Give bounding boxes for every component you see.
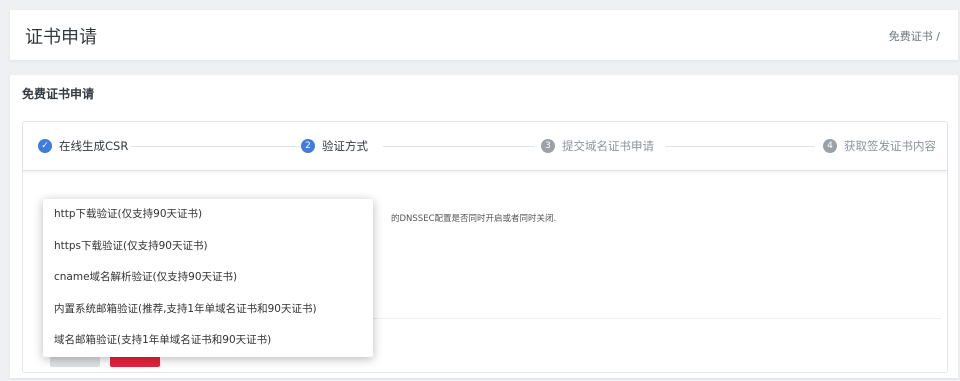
breadcrumb[interactable]: 免费证书 /: [889, 28, 940, 44]
wizard-steps: ✓ 在线生成CSR 2 验证方式 3 提交域名证书申请 4 获取签发证书内容: [23, 122, 947, 171]
step-label: 获取签发证书内容: [844, 139, 936, 153]
step-connector: [131, 146, 299, 147]
step-number-icon: 2: [301, 139, 315, 153]
dropdown-option[interactable]: cname域名解析验证(仅支持90天证书): [43, 262, 373, 294]
step-number-icon: 3: [541, 139, 555, 153]
step-number-icon: 4: [823, 139, 837, 153]
dropdown-option[interactable]: 内置系统邮箱验证(推荐,支持1年单域名证书和90天证书): [43, 294, 373, 326]
step-connector: [665, 146, 815, 147]
step-label: 在线生成CSR: [59, 139, 129, 153]
dropdown-option[interactable]: https下载验证(仅支持90天证书): [43, 231, 373, 263]
step-verify-method[interactable]: 2 验证方式: [301, 137, 368, 155]
page-header: 证书申请 免费证书 /: [10, 10, 958, 60]
dropdown-option[interactable]: http下载验证(仅支持90天证书): [43, 199, 373, 231]
step-connector: [383, 146, 535, 147]
dropdown-option[interactable]: 域名邮箱验证(支持1年单域名证书和90天证书): [43, 325, 373, 357]
step-submit-application[interactable]: 3 提交域名证书申请: [541, 137, 654, 155]
step-get-certificate[interactable]: 4 获取签发证书内容: [823, 137, 936, 155]
check-icon: ✓: [38, 139, 52, 153]
step-generate-csr[interactable]: ✓ 在线生成CSR: [38, 137, 128, 155]
step-label: 验证方式: [322, 139, 368, 153]
verify-method-dropdown: http下载验证(仅支持90天证书) https下载验证(仅支持90天证书) c…: [43, 199, 373, 357]
step-label: 提交域名证书申请: [562, 139, 654, 153]
dnssec-hint: 的DNSSEC配置是否同时开启或者同时关闭.: [391, 214, 557, 224]
card-title: 免费证书申请: [22, 87, 95, 101]
page-title: 证书申请: [25, 27, 97, 48]
